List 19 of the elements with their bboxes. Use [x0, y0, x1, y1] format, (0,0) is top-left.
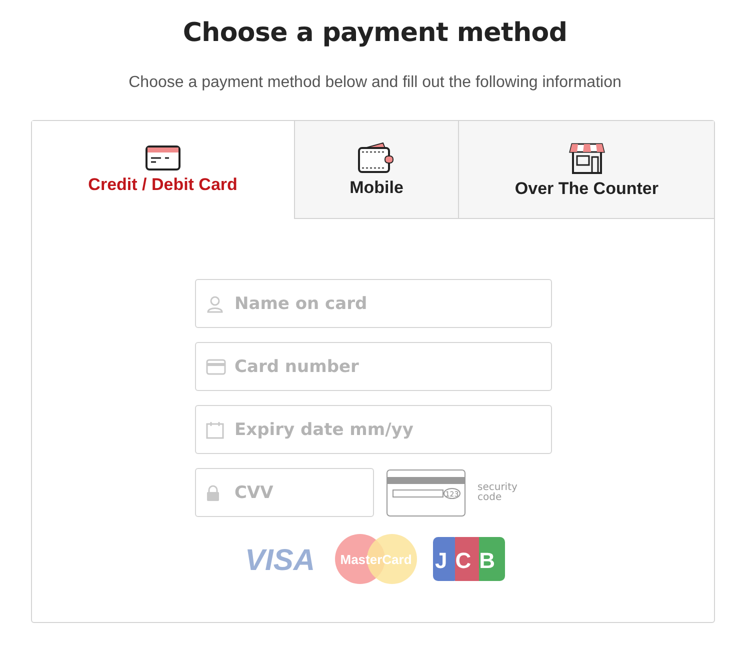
input-field[interactable]: Card number — [194, 342, 552, 391]
cvv-field[interactable]: CVV — [194, 468, 374, 517]
card-icon — [206, 358, 226, 374]
visa-logo: VISA — [237, 539, 323, 579]
credit-card-icon — [144, 145, 181, 171]
page-subtitle: Choose a payment method below and fill out the following information — [128, 74, 622, 92]
calendar-icon — [206, 420, 224, 438]
payment-tab[interactable]: Mobile — [294, 121, 458, 219]
lock-icon — [206, 484, 220, 500]
input-field[interactable]: Expiry date mm/yy — [194, 405, 552, 454]
person-icon — [206, 294, 224, 312]
store-icon — [568, 140, 605, 174]
page-title: Choose a payment method — [182, 18, 568, 48]
wallet-icon — [357, 142, 396, 174]
jcb-logo: JCB — [429, 535, 509, 583]
security-code-label: security code — [478, 482, 518, 502]
mastercard-logo: MasterCard — [333, 533, 419, 585]
payment-tab[interactable]: Over The Counter — [458, 121, 714, 219]
input-field[interactable]: Name on card — [194, 279, 552, 328]
